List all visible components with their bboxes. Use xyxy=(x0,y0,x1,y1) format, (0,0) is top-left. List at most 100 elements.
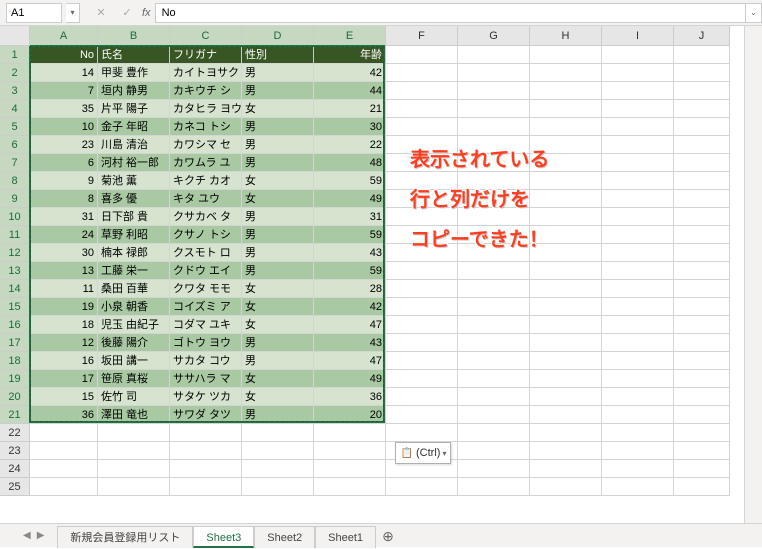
cell[interactable]: カキウチ シ xyxy=(170,82,242,100)
cell[interactable]: カタヒラ ヨウ xyxy=(170,100,242,118)
cell[interactable]: クワタ モモ xyxy=(170,280,242,298)
cell[interactable] xyxy=(386,388,458,406)
cell[interactable]: サカタ コウ xyxy=(170,352,242,370)
cell[interactable] xyxy=(674,190,730,208)
cell[interactable]: 30 xyxy=(314,118,386,136)
cell[interactable] xyxy=(30,424,98,442)
cell[interactable]: 年齢 xyxy=(314,46,386,64)
tab-nav[interactable]: ◀ ▶ xyxy=(20,523,47,547)
cell[interactable] xyxy=(314,478,386,496)
cell[interactable] xyxy=(674,424,730,442)
cell[interactable]: 坂田 講一 xyxy=(98,352,170,370)
cell[interactable] xyxy=(170,442,242,460)
cell[interactable] xyxy=(242,478,314,496)
cell[interactable]: 女 xyxy=(242,190,314,208)
cell[interactable] xyxy=(674,208,730,226)
cell[interactable] xyxy=(314,442,386,460)
cell[interactable] xyxy=(458,352,530,370)
cell[interactable] xyxy=(602,154,674,172)
cell[interactable]: 15 xyxy=(30,388,98,406)
cell[interactable]: 13 xyxy=(30,262,98,280)
cell[interactable] xyxy=(386,46,458,64)
cell[interactable]: 性別 xyxy=(242,46,314,64)
cell[interactable]: 甲斐 豊作 xyxy=(98,64,170,82)
cell[interactable]: 19 xyxy=(30,298,98,316)
cell[interactable]: 男 xyxy=(242,226,314,244)
cell[interactable] xyxy=(674,478,730,496)
cell[interactable] xyxy=(602,352,674,370)
cell[interactable]: 17 xyxy=(30,370,98,388)
cell[interactable]: 11 xyxy=(30,280,98,298)
cell[interactable] xyxy=(602,370,674,388)
cell[interactable] xyxy=(602,280,674,298)
cell[interactable]: カイトヨサク xyxy=(170,64,242,82)
cell[interactable] xyxy=(458,424,530,442)
cell[interactable]: 35 xyxy=(30,100,98,118)
cell[interactable] xyxy=(530,442,602,460)
cell[interactable]: 31 xyxy=(314,208,386,226)
cell[interactable]: 笹原 真桜 xyxy=(98,370,170,388)
cell[interactable] xyxy=(602,424,674,442)
cell[interactable]: 47 xyxy=(314,352,386,370)
cell[interactable]: 男 xyxy=(242,82,314,100)
cell[interactable] xyxy=(386,352,458,370)
paste-options-chip[interactable]: 📋 (Ctrl) ▾ xyxy=(395,442,451,464)
cell[interactable]: キタ ユウ xyxy=(170,190,242,208)
cell[interactable] xyxy=(458,442,530,460)
cell[interactable] xyxy=(602,208,674,226)
tab-prev-icon[interactable]: ◀ xyxy=(23,530,31,541)
cell[interactable] xyxy=(386,370,458,388)
column-header-G[interactable]: G xyxy=(458,26,530,46)
cell[interactable] xyxy=(458,406,530,424)
cell[interactable] xyxy=(602,460,674,478)
cell[interactable] xyxy=(530,46,602,64)
cell[interactable]: 男 xyxy=(242,262,314,280)
cell[interactable] xyxy=(458,280,530,298)
cell[interactable] xyxy=(602,136,674,154)
cell[interactable] xyxy=(458,262,530,280)
cell[interactable]: 30 xyxy=(30,244,98,262)
cell[interactable] xyxy=(386,424,458,442)
cell[interactable] xyxy=(674,460,730,478)
confirm-icon[interactable]: ✓ xyxy=(116,3,138,23)
cell[interactable] xyxy=(674,406,730,424)
cell[interactable]: 河村 裕一郎 xyxy=(98,154,170,172)
row-header-2[interactable]: 2 xyxy=(0,64,30,82)
cell[interactable]: 女 xyxy=(242,388,314,406)
cell[interactable] xyxy=(98,478,170,496)
cell[interactable] xyxy=(530,262,602,280)
cell[interactable]: 垣内 静男 xyxy=(98,82,170,100)
cell[interactable]: 日下部 貴 xyxy=(98,208,170,226)
cell[interactable]: 小泉 朝香 xyxy=(98,298,170,316)
cell[interactable]: 16 xyxy=(30,352,98,370)
cell[interactable] xyxy=(30,442,98,460)
cell[interactable]: 43 xyxy=(314,334,386,352)
cell[interactable] xyxy=(386,280,458,298)
select-all-corner[interactable] xyxy=(0,26,30,46)
tab-next-icon[interactable]: ▶ xyxy=(37,530,45,541)
cell[interactable]: 草野 利昭 xyxy=(98,226,170,244)
cell[interactable]: 42 xyxy=(314,298,386,316)
row-header-20[interactable]: 20 xyxy=(0,388,30,406)
cell[interactable] xyxy=(674,226,730,244)
cell[interactable] xyxy=(242,424,314,442)
cell[interactable] xyxy=(458,388,530,406)
cell[interactable] xyxy=(386,478,458,496)
cell[interactable] xyxy=(602,406,674,424)
cell[interactable]: 佐竹 司 xyxy=(98,388,170,406)
cell[interactable]: 20 xyxy=(314,406,386,424)
row-header-19[interactable]: 19 xyxy=(0,370,30,388)
cell[interactable] xyxy=(674,100,730,118)
row-header-10[interactable]: 10 xyxy=(0,208,30,226)
cell[interactable]: 47 xyxy=(314,316,386,334)
cell[interactable] xyxy=(602,226,674,244)
cell[interactable] xyxy=(602,262,674,280)
formula-input[interactable]: No xyxy=(155,3,746,23)
column-header-B[interactable]: B xyxy=(98,26,170,46)
cell[interactable]: 43 xyxy=(314,244,386,262)
cell[interactable] xyxy=(674,352,730,370)
cell[interactable] xyxy=(674,46,730,64)
cell[interactable] xyxy=(602,190,674,208)
cell[interactable]: 59 xyxy=(314,172,386,190)
row-header-5[interactable]: 5 xyxy=(0,118,30,136)
